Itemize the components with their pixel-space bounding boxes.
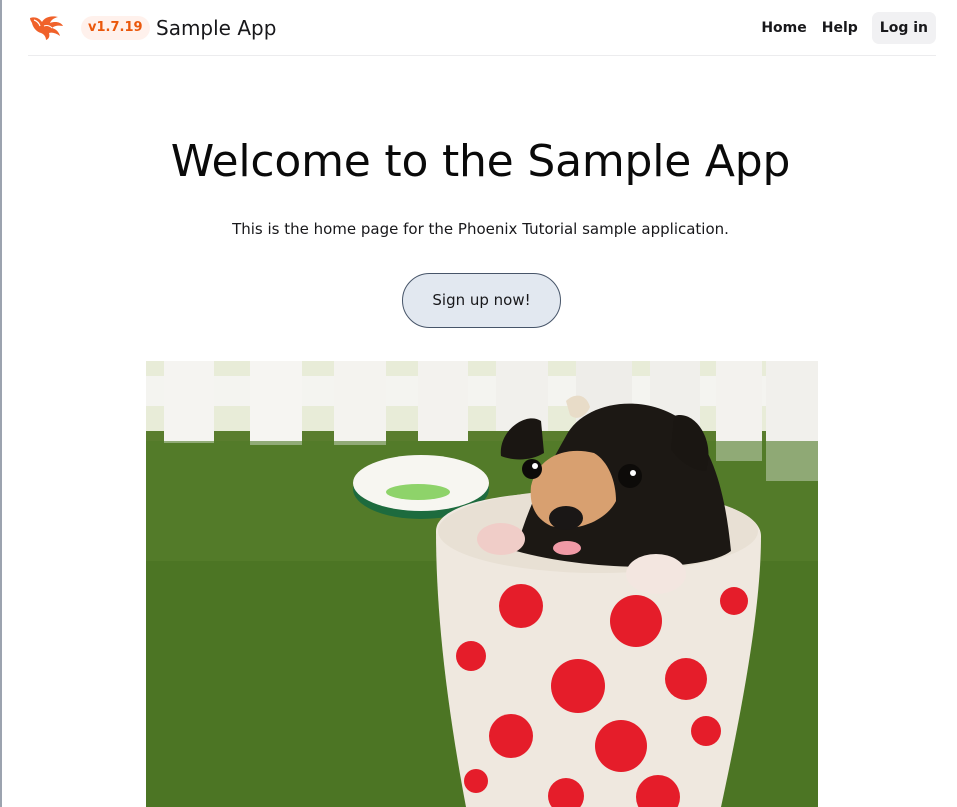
page-subtitle: This is the home page for the Phoenix Tu…	[232, 220, 729, 238]
page-title: Welcome to the Sample App	[170, 136, 791, 187]
top-nav: Home Help Log in	[746, 12, 936, 44]
version-badge: v1.7.19	[81, 16, 150, 40]
phoenix-logo-icon[interactable]	[28, 14, 64, 41]
page: v1.7.19 Sample App Home Help Log in Welc…	[0, 0, 957, 807]
nav-home-link[interactable]: Home	[761, 20, 806, 36]
signup-button[interactable]: Sign up now!	[402, 273, 561, 328]
puppy-in-cup-photo	[146, 361, 818, 807]
nav-help-link[interactable]: Help	[822, 20, 858, 36]
nav-login-link[interactable]: Log in	[871, 12, 936, 44]
site-header: v1.7.19 Sample App Home Help Log in	[28, 0, 936, 56]
app-title: Sample App	[156, 16, 277, 40]
